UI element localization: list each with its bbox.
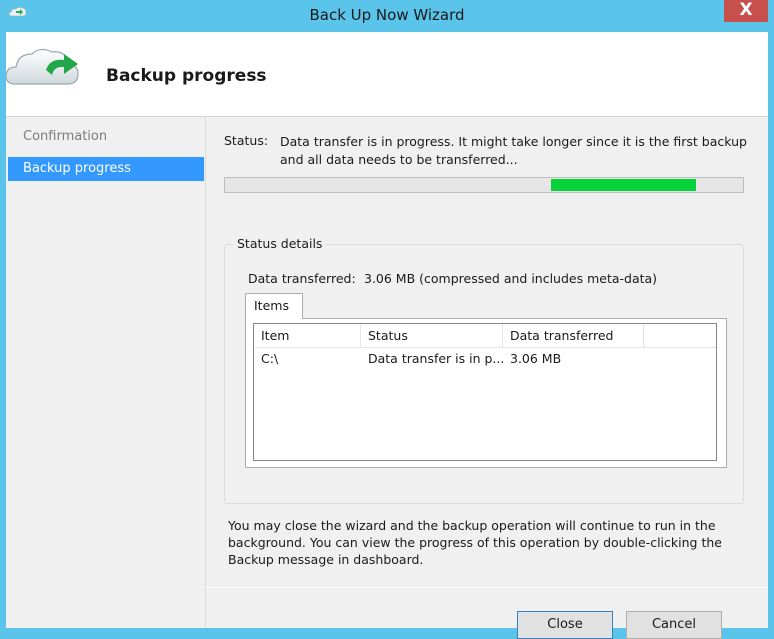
wizard-header: Backup progress <box>6 32 768 117</box>
tab-items[interactable]: Items <box>245 293 303 319</box>
column-header-status[interactable]: Status <box>361 324 503 347</box>
page-title: Backup progress <box>106 66 267 86</box>
cell-data-transferred: 3.06 MB <box>510 351 562 366</box>
data-transferred-label: Data transferred: <box>248 271 356 286</box>
status-details-legend: Status details <box>234 236 326 251</box>
wizard-steps-sidebar: Confirmation Backup progress <box>6 117 206 628</box>
cancel-button[interactable]: Cancel <box>626 611 722 639</box>
wizard-content: Status: Data transfer is in progress. It… <box>206 117 768 639</box>
items-list[interactable]: Item Status Data transferred C:\ Data tr… <box>253 323 717 461</box>
cell-item: C:\ <box>261 351 279 366</box>
sidebar-item-backup-progress[interactable]: Backup progress <box>8 157 204 181</box>
close-button[interactable]: Close <box>517 611 613 639</box>
column-header-item[interactable]: Item <box>254 324 361 347</box>
backup-progress-bar <box>224 177 744 193</box>
status-message: Data transfer is in progress. It might t… <box>280 134 747 167</box>
list-header: Item Status Data transferred <box>254 324 716 348</box>
wizard-window: Back Up Now Wizard X Backup progress Con… <box>0 0 774 639</box>
column-header-data-transferred[interactable]: Data transferred <box>503 324 644 347</box>
wizard-client-area: Backup progress Confirmation Backup prog… <box>6 32 768 639</box>
title-bar[interactable]: Back Up Now Wizard X <box>0 0 774 32</box>
window-title: Back Up Now Wizard <box>309 6 465 24</box>
progress-indicator <box>551 179 697 191</box>
window-close-button[interactable]: X <box>724 0 768 22</box>
status-label: Status: <box>224 133 269 148</box>
sidebar-item-confirmation[interactable]: Confirmation <box>8 125 204 149</box>
cloud-backup-icon <box>6 48 79 85</box>
data-transferred-value: 3.06 MB (compressed and includes meta-da… <box>364 271 658 286</box>
footer-divider <box>206 587 768 588</box>
table-row[interactable]: C:\ Data transfer is in p... 3.06 MB <box>254 348 716 370</box>
cell-status: Data transfer is in p... <box>368 351 503 366</box>
info-message: You may close the wizard and the backup … <box>228 518 722 567</box>
